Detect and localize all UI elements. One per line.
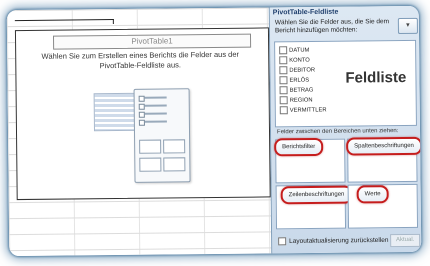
pivot-instructions: Wählen Sie zum Erstellen eines Berichts … — [41, 49, 240, 71]
checkbox-icon[interactable] — [279, 46, 288, 55]
field-item-betrag[interactable]: BETRAG — [279, 86, 314, 95]
layout-options-button[interactable]: ▾ — [397, 17, 418, 35]
zone-label-row-labels: Zeilenbeschriftungen — [280, 185, 353, 205]
field-list: DATUM KONTO DEBITOR ERLÖS BETRAG REGION … — [274, 39, 417, 128]
checkbox-icon[interactable] — [279, 76, 288, 85]
zone-label-report-filter: Berichtsfilter — [274, 137, 324, 157]
feldliste-overlay-label: Feldliste — [345, 68, 407, 87]
update-button[interactable]: Aktual. — [390, 233, 421, 248]
checkbox-icon[interactable] — [279, 56, 288, 65]
pivot-corner-marker — [14, 19, 114, 26]
checkbox-icon[interactable] — [279, 86, 288, 95]
pivot-illustration-panel — [133, 88, 191, 183]
field-item-debitor[interactable]: DEBITOR — [279, 66, 315, 75]
pivot-illustration-grid — [93, 92, 136, 132]
pane-title: PivotTable-Feldliste — [272, 8, 339, 17]
zone-row-labels[interactable]: Zeilenbeschriftungen — [275, 184, 353, 230]
zone-report-filter[interactable]: Berichtsfilter — [274, 137, 346, 184]
drag-instructions: Felder zwischen den Bereichen unten zieh… — [276, 128, 399, 136]
zone-column-labels[interactable]: Spaltenbeschriftungen — [346, 136, 422, 183]
zone-values[interactable]: Werte — [347, 183, 419, 229]
field-item-vermittler[interactable]: VERMITTLER — [279, 106, 327, 115]
field-item-datum[interactable]: DATUM — [279, 46, 309, 55]
checkbox-icon[interactable] — [279, 96, 288, 105]
screenshot-frame: PivotTable1 Wählen Sie zum Erstellen ein… — [6, 5, 422, 257]
pane-instructions: Wählen Sie die Felder aus, die Sie dem B… — [274, 18, 390, 35]
field-item-region[interactable]: REGION — [279, 96, 313, 105]
zone-label-column-labels: Spaltenbeschriftungen — [346, 136, 422, 156]
worksheet-grid[interactable]: PivotTable1 Wählen Sie zum Erstellen ein… — [6, 7, 272, 257]
zone-label-values: Werte — [356, 185, 389, 204]
pivot-table-title: PivotTable1 — [52, 33, 252, 50]
checkbox-icon[interactable] — [278, 237, 287, 246]
defer-update-option[interactable]: Layoutaktualisierung zurückstellen — [278, 236, 389, 246]
field-item-erloes[interactable]: ERLÖS — [279, 76, 309, 85]
field-item-konto[interactable]: KONTO — [279, 56, 310, 65]
pivot-field-list-pane: PivotTable-Feldliste Wählen Sie die Feld… — [268, 5, 422, 254]
checkbox-icon[interactable] — [279, 106, 288, 115]
checkbox-icon[interactable] — [279, 66, 288, 75]
